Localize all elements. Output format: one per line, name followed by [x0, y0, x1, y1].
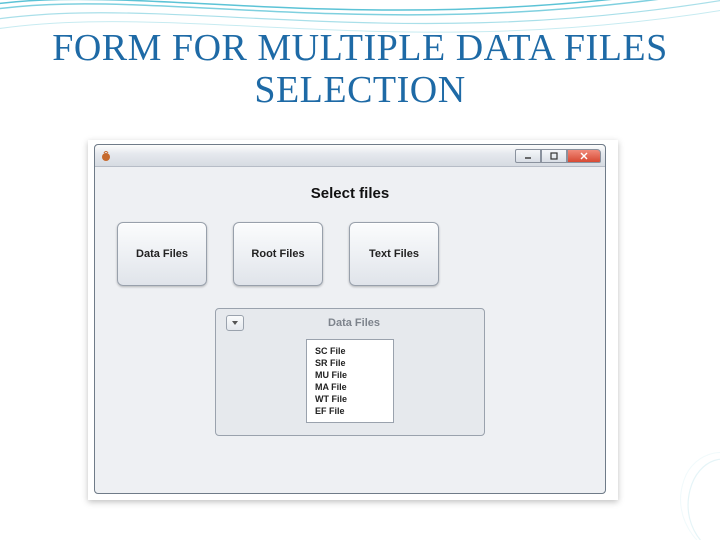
- file-type-button-row: Data Files Root Files Text Files: [117, 222, 439, 286]
- application-window: Select files Data Files Root Files Text …: [94, 144, 606, 494]
- list-item[interactable]: MA File: [315, 382, 385, 392]
- list-item[interactable]: EF File: [315, 406, 385, 416]
- root-files-button[interactable]: Root Files: [233, 222, 323, 286]
- text-files-button[interactable]: Text Files: [349, 222, 439, 286]
- data-files-button[interactable]: Data Files: [117, 222, 207, 286]
- list-item[interactable]: MU File: [315, 370, 385, 380]
- select-files-heading: Select files: [311, 185, 389, 202]
- screenshot-frame: Select files Data Files Root Files Text …: [88, 140, 618, 500]
- minimize-button[interactable]: [515, 149, 541, 163]
- panel-title: Data Files: [234, 317, 474, 329]
- slide-title: FORM FOR MULTIPLE DATA FILES SELECTION: [0, 28, 720, 112]
- file-listbox[interactable]: SC File SR File MU File MA File WT File …: [306, 339, 394, 423]
- data-files-panel: Data Files SC File SR File MU File MA Fi…: [215, 308, 485, 436]
- window-client-area: Select files Data Files Root Files Text …: [95, 167, 605, 493]
- list-item[interactable]: SC File: [315, 346, 385, 356]
- list-item[interactable]: WT File: [315, 394, 385, 404]
- maximize-button[interactable]: [541, 149, 567, 163]
- list-item[interactable]: SR File: [315, 358, 385, 368]
- window-controls: [515, 149, 601, 163]
- close-button[interactable]: [567, 149, 601, 163]
- java-app-icon: [99, 149, 113, 163]
- window-titlebar: [95, 145, 605, 167]
